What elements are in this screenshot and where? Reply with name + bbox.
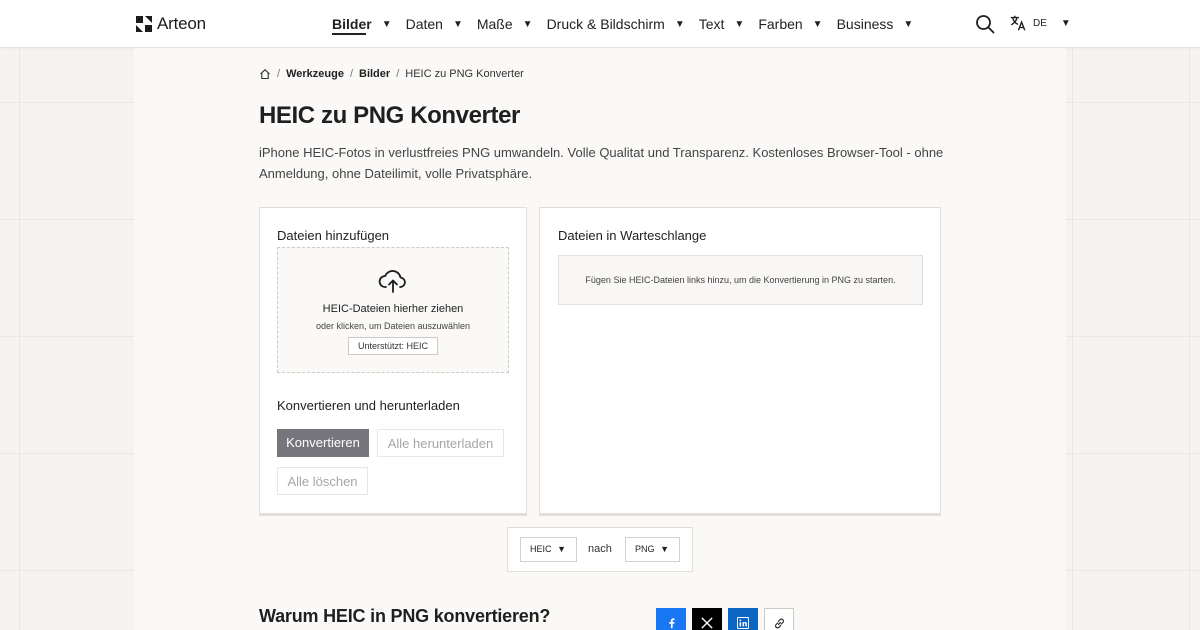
page-title: HEIC zu PNG Konverter xyxy=(259,102,520,129)
chevron-down-icon: ▼ xyxy=(660,544,669,554)
chevron-down-icon: ▼ xyxy=(1060,17,1071,29)
chevron-down-icon: ▼ xyxy=(734,18,745,30)
logo[interactable]: Arteon xyxy=(136,14,206,34)
facebook-icon xyxy=(668,618,675,629)
nav-label: Maße xyxy=(476,16,513,32)
supported-formats-badge: Unterstützt: HEIC xyxy=(348,337,438,355)
nav-item-business[interactable]: Business ▼ xyxy=(837,0,914,48)
chevron-down-icon: ▼ xyxy=(381,18,392,30)
nav-item-text[interactable]: Text ▼ xyxy=(699,0,745,48)
format-connector: nach xyxy=(588,543,612,555)
main-content: / Werkzeuge / Bilder / HEIC zu PNG Konve… xyxy=(134,48,1066,630)
breadcrumb-current: HEIC zu PNG Konverter xyxy=(405,68,524,80)
nav-item-daten[interactable]: Daten ▼ xyxy=(406,0,463,48)
chevron-down-icon: ▼ xyxy=(812,18,823,30)
search-icon[interactable] xyxy=(975,14,995,34)
convert-button[interactable]: Konvertieren xyxy=(277,429,369,457)
translate-icon xyxy=(1010,15,1026,31)
nav-label: Text xyxy=(698,16,725,32)
upload-panel-title: Dateien hinzufügen xyxy=(277,228,390,243)
upload-panel: Dateien hinzufügen HEIC-Dateien hierher … xyxy=(259,207,527,514)
nav-label: Business xyxy=(836,16,894,32)
clear-all-button[interactable]: Alle löschen xyxy=(277,467,368,495)
target-format-select[interactable]: PNG ▼ xyxy=(625,537,680,562)
format-selector: HEIC ▼ nach PNG ▼ xyxy=(507,527,693,572)
chevron-down-icon: ▼ xyxy=(674,18,685,30)
dropzone-title: HEIC-Dateien hierher ziehen xyxy=(322,303,464,315)
language-switcher[interactable]: DE ▼ xyxy=(1009,14,1071,32)
page-description: iPhone HEIC-Fotos in verlustfreies PNG u… xyxy=(259,145,944,181)
source-format-value: HEIC xyxy=(530,544,552,554)
source-format-select[interactable]: HEIC ▼ xyxy=(520,537,577,562)
logo-mark-icon xyxy=(136,16,152,32)
queue-panel: Dateien in Warteschlange Fügen Sie HEIC-… xyxy=(539,207,941,514)
x-icon xyxy=(701,617,713,629)
share-x-button[interactable] xyxy=(692,608,722,630)
home-icon[interactable] xyxy=(259,68,271,80)
nav-item-farben[interactable]: Farben ▼ xyxy=(758,0,822,48)
linkedin-icon xyxy=(737,617,749,629)
nav-label: Druck & Bildschirm xyxy=(546,16,665,32)
site-header: Arteon Bilder ▼ Daten ▼ Maße ▼ Druck & B… xyxy=(0,0,1200,48)
download-all-button[interactable]: Alle herunterladen xyxy=(377,429,504,457)
breadcrumb-separator: / xyxy=(277,68,281,80)
main-nav: Bilder ▼ Daten ▼ Maße ▼ Druck & Bildschi… xyxy=(332,0,927,48)
actions-title: Konvertieren und herunterladen xyxy=(277,398,460,413)
share-facebook-button[interactable] xyxy=(656,608,686,630)
breadcrumb: / Werkzeuge / Bilder / HEIC zu PNG Konve… xyxy=(259,68,524,80)
cloud-upload-icon xyxy=(378,270,406,293)
nav-label: Daten xyxy=(405,16,443,32)
chevron-down-icon: ▼ xyxy=(452,18,463,30)
nav-label: Bilder xyxy=(332,16,372,32)
chevron-down-icon: ▼ xyxy=(903,18,914,30)
nav-item-bilder[interactable]: Bilder ▼ xyxy=(332,0,392,48)
breadcrumb-link-bilder[interactable]: Bilder xyxy=(359,68,390,80)
dropzone-subtitle: oder klicken, um Dateien auszuwählen xyxy=(315,321,471,331)
chevron-down-icon: ▼ xyxy=(522,18,533,30)
share-linkedin-button[interactable] xyxy=(728,608,758,630)
queue-empty-message: Fügen Sie HEIC-Dateien links hinzu, um d… xyxy=(558,255,923,305)
link-icon xyxy=(774,618,784,628)
file-dropzone[interactable]: HEIC-Dateien hierher ziehen oder klicken… xyxy=(277,247,509,373)
queue-panel-title: Dateien in Warteschlange xyxy=(558,228,707,243)
target-format-value: PNG xyxy=(635,544,655,554)
copy-link-button[interactable] xyxy=(764,608,794,630)
language-code: DE xyxy=(1033,17,1047,29)
breadcrumb-link-werkzeuge[interactable]: Werkzeuge xyxy=(286,68,344,80)
nav-item-masse[interactable]: Maße ▼ xyxy=(477,0,533,48)
nav-label: Farben xyxy=(758,16,803,32)
logo-text: Arteon xyxy=(157,14,206,33)
nav-item-druck-bildschirm[interactable]: Druck & Bildschirm ▼ xyxy=(547,0,685,48)
breadcrumb-separator: / xyxy=(396,68,400,80)
chevron-down-icon: ▼ xyxy=(557,544,566,554)
why-section-title: Warum HEIC in PNG konvertieren? xyxy=(259,606,551,626)
breadcrumb-separator: / xyxy=(349,68,353,80)
